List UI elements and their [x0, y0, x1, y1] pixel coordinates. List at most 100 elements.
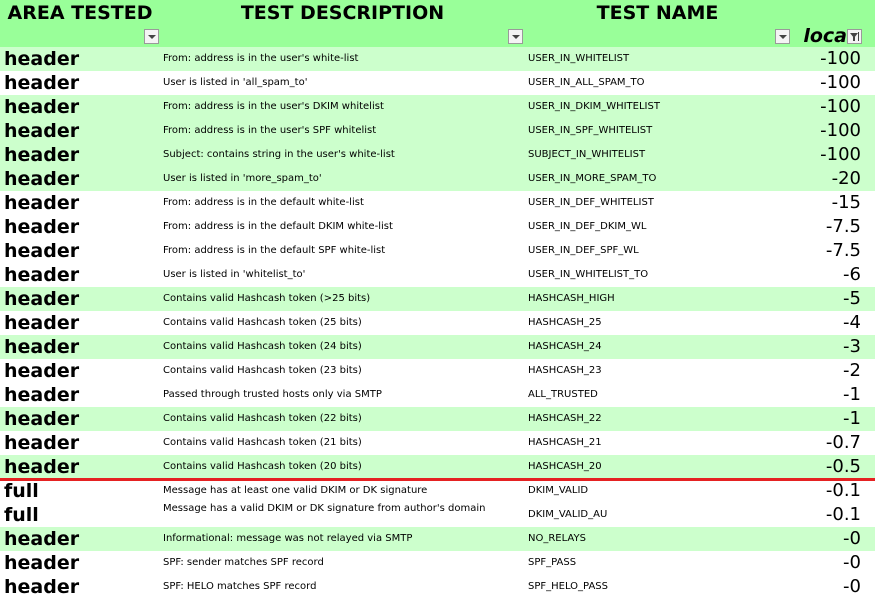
test-description-cell: From: address is in the default DKIM whi…: [163, 221, 393, 232]
area-tested-cell: header: [4, 456, 80, 478]
test-name-cell: USER_IN_MORE_SPAM_TO: [528, 173, 657, 184]
area-tested-cell: header: [4, 48, 80, 70]
table-row[interactable]: header SPF: sender matches SPF record SPF_…: [0, 551, 875, 575]
test-name-cell: USER_IN_DEF_WHITELIST: [528, 197, 654, 208]
area-tested-cell: header: [4, 216, 80, 238]
score-cell: -7.5: [825, 240, 861, 261]
area-tested-cell: header: [4, 432, 80, 454]
score-cell: -5: [843, 288, 861, 309]
area-tested-cell: header: [4, 192, 80, 214]
dropdown-arrow-icon: [512, 35, 520, 39]
table-row[interactable]: header User is listed in 'more_spam_to' US…: [0, 167, 875, 191]
score-filter-button[interactable]: [847, 29, 862, 44]
score-cell: -100: [820, 72, 861, 93]
table-row[interactable]: full Message has a valid DKIM or DK signa…: [0, 503, 875, 527]
test-description-cell: From: address is in the default white-li…: [163, 197, 364, 208]
test-name-cell: USER_IN_SPF_WHITELIST: [528, 125, 653, 136]
test-name-cell: HASHCASH_25: [528, 317, 602, 328]
area-filter-button[interactable]: [144, 29, 159, 44]
column-title-score: loca: [803, 25, 847, 47]
table-row[interactable]: header Contains valid Hashcash token (22 …: [0, 407, 875, 431]
test-description-cell: SPF: sender matches SPF record: [163, 557, 324, 568]
score-cell: -6: [843, 264, 861, 285]
description-filter-button[interactable]: [508, 29, 523, 44]
test-name-cell: USER_IN_ALL_SPAM_TO: [528, 77, 645, 88]
area-tested-cell: header: [4, 72, 80, 94]
test-name-cell: SPF_HELO_PASS: [528, 581, 608, 592]
table-row[interactable]: header Contains valid Hashcash token (21 …: [0, 431, 875, 455]
table-row[interactable]: header Contains valid Hashcash token (24 …: [0, 335, 875, 359]
score-cell: -0.5: [825, 456, 861, 477]
score-cell: -0.1: [825, 504, 861, 525]
score-cell: -2: [843, 360, 861, 381]
test-description-cell: Informational: message was not relayed v…: [163, 533, 413, 544]
test-description-cell: From: address is in the user's SPF white…: [163, 125, 377, 136]
score-cell: -0: [843, 528, 861, 549]
test-description-cell: Contains valid Hashcash token (>25 bits): [163, 293, 371, 304]
test-name-cell: SUBJECT_IN_WHITELIST: [528, 149, 646, 160]
area-tested-cell: header: [4, 144, 80, 166]
name-filter-button[interactable]: [775, 29, 790, 44]
score-cell: -100: [820, 96, 861, 117]
score-cell: -100: [820, 144, 861, 165]
test-description-cell: User is listed in 'whitelist_to': [163, 269, 306, 280]
score-cell: -0.1: [825, 480, 861, 501]
table-row[interactable]: header Contains valid Hashcash token (>25…: [0, 287, 875, 311]
test-description-cell: Passed through trusted hosts only via SM…: [163, 389, 382, 400]
test-description-cell: Contains valid Hashcash token (22 bits): [163, 413, 362, 424]
table-row[interactable]: header Contains valid Hashcash token (23 …: [0, 359, 875, 383]
area-tested-cell: full: [4, 480, 39, 502]
area-tested-cell: header: [4, 552, 80, 574]
table-row[interactable]: header SPF: HELO matches SPF record SPF_HE…: [0, 575, 875, 599]
test-name-cell: USER_IN_DEF_SPF_WL: [528, 245, 639, 256]
table-row[interactable]: full Message has at least one valid DKIM …: [0, 479, 875, 503]
area-tested-cell: header: [4, 384, 80, 406]
test-name-cell: DKIM_VALID: [528, 485, 589, 496]
test-name-cell: HASHCASH_20: [528, 461, 602, 472]
score-cell: -0: [843, 576, 861, 597]
score-cell: -1: [843, 384, 861, 405]
test-name-cell: USER_IN_WHITELIST: [528, 53, 630, 64]
area-tested-cell: header: [4, 120, 80, 142]
test-description-cell: Contains valid Hashcash token (23 bits): [163, 365, 362, 376]
table-row[interactable]: header From: address is in the user's whi…: [0, 47, 875, 71]
test-description-cell: User is listed in 'more_spam_to': [163, 173, 322, 184]
test-description-cell: Contains valid Hashcash token (20 bits): [163, 461, 362, 472]
table-row[interactable]: header Contains valid Hashcash token (20 …: [0, 455, 875, 479]
area-tested-cell: header: [4, 336, 80, 358]
table-row[interactable]: header User is listed in 'whitelist_to' US…: [0, 263, 875, 287]
test-name-cell: HASHCASH_21: [528, 437, 602, 448]
test-name-cell: HASHCASH_22: [528, 413, 602, 424]
column-title-test-description: TEST DESCRIPTION: [240, 2, 445, 24]
table-row[interactable]: header From: address is in the user's SPF…: [0, 119, 875, 143]
test-name-cell: HASHCASH_24: [528, 341, 602, 352]
test-description-cell: Contains valid Hashcash token (25 bits): [163, 317, 362, 328]
test-description-cell: SPF: HELO matches SPF record: [163, 581, 317, 592]
dropdown-arrow-icon: [148, 35, 156, 39]
test-description-cell: Message has a valid DKIM or DK signature…: [163, 503, 486, 514]
test-name-cell: USER_IN_WHITELIST_TO: [528, 269, 649, 280]
score-cell: -20: [831, 168, 861, 189]
table-row[interactable]: header From: address is in the default DK…: [0, 215, 875, 239]
table-row[interactable]: header Passed through trusted hosts only …: [0, 383, 875, 407]
table-row[interactable]: header User is listed in 'all_spam_to' USE…: [0, 71, 875, 95]
table-row[interactable]: header From: address is in the default SP…: [0, 239, 875, 263]
table-row[interactable]: header From: address is in the user's DKI…: [0, 95, 875, 119]
table-row[interactable]: header Contains valid Hashcash token (25 …: [0, 311, 875, 335]
test-description-cell: From: address is in the default SPF whit…: [163, 245, 386, 256]
area-tested-cell: header: [4, 528, 80, 550]
table-row[interactable]: header Informational: message was not rel…: [0, 527, 875, 551]
test-name-cell: USER_IN_DKIM_WHITELIST: [528, 101, 660, 112]
area-tested-cell: header: [4, 312, 80, 334]
table-row[interactable]: header Subject: contains string in the us…: [0, 143, 875, 167]
score-cell: -1: [843, 408, 861, 429]
area-tested-cell: header: [4, 240, 80, 262]
test-description-cell: Subject: contains string in the user's w…: [163, 149, 395, 160]
test-description-cell: Message has at least one valid DKIM or D…: [163, 485, 428, 496]
score-cell: -4: [843, 312, 861, 333]
table-row[interactable]: header From: address is in the default wh…: [0, 191, 875, 215]
column-title-test-name: TEST NAME: [596, 2, 719, 24]
column-title-area-tested: AREA TESTED: [7, 2, 153, 24]
test-description-cell: From: address is in the user's DKIM whit…: [163, 101, 384, 112]
area-tested-cell: header: [4, 264, 80, 286]
